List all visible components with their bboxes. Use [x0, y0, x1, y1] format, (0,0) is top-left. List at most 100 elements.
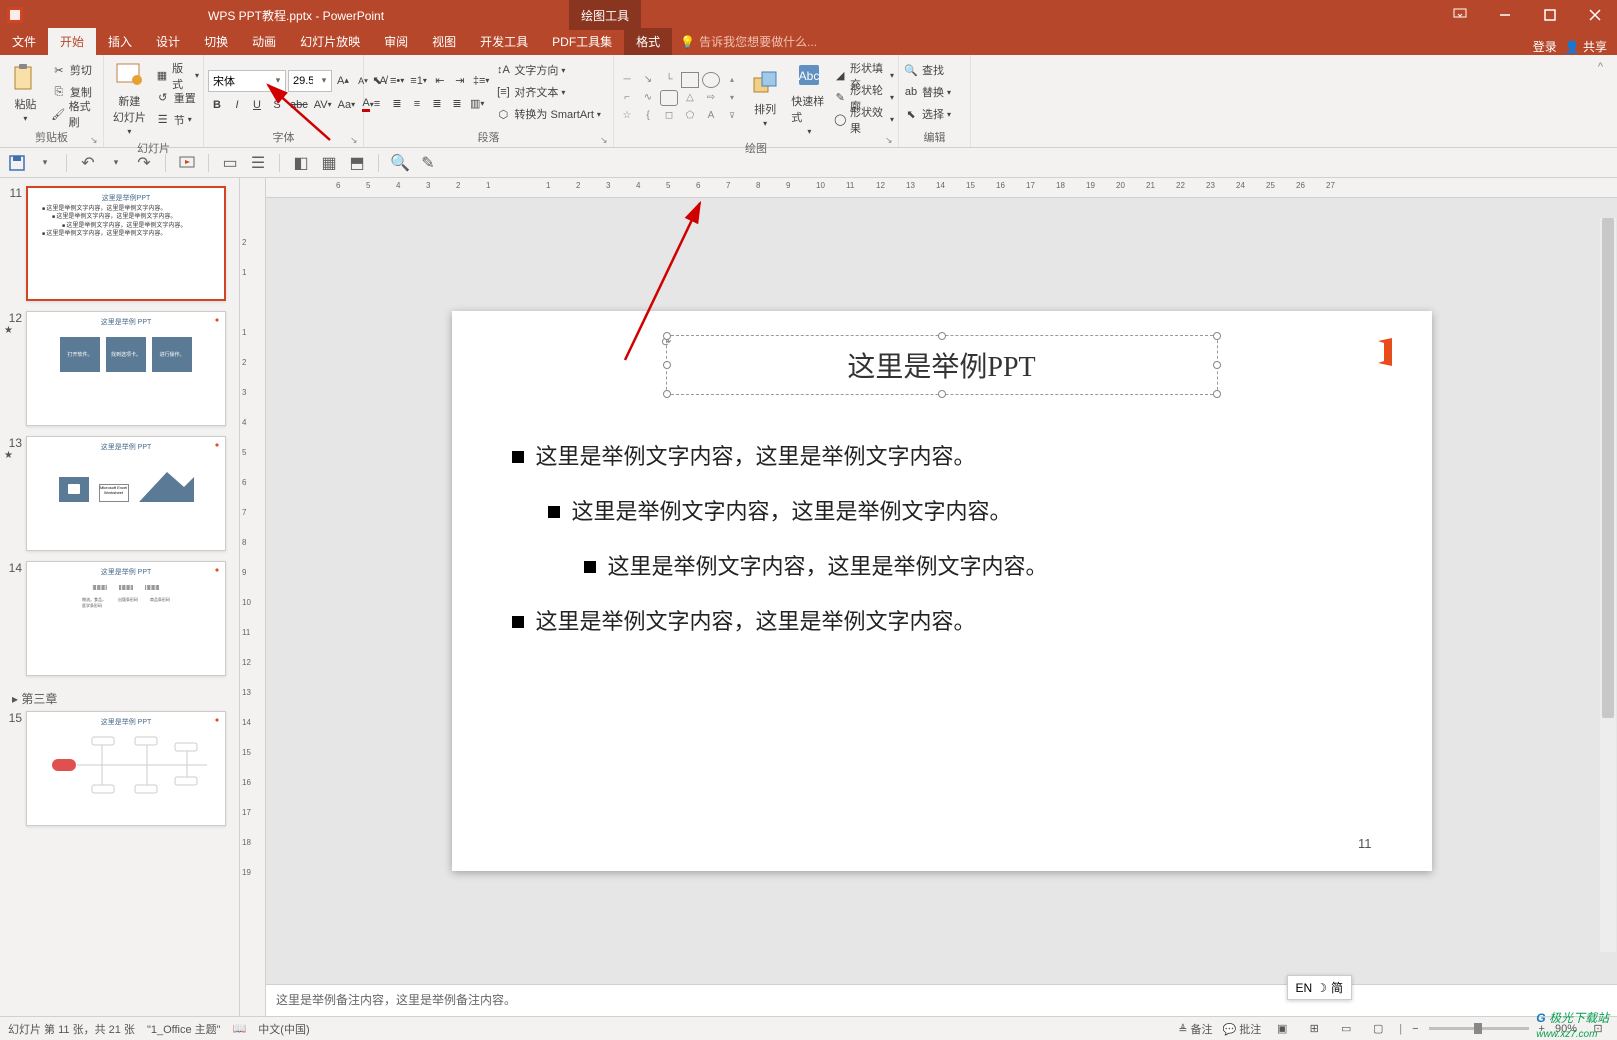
- qat-more[interactable]: ▾: [34, 152, 56, 174]
- shape-line-icon[interactable]: ─: [618, 72, 636, 88]
- distribute-button[interactable]: ≣: [448, 94, 466, 114]
- new-slide-button[interactable]: 新建 幻灯片 ▾: [108, 57, 151, 138]
- smartart-button[interactable]: ⬡转换为 SmartArt ▾: [495, 103, 600, 125]
- shape-curve-icon[interactable]: ∿: [639, 90, 657, 106]
- qat-btn2[interactable]: ☰: [247, 152, 269, 174]
- reset-button[interactable]: ↺重置: [155, 87, 199, 109]
- text-direction-button[interactable]: ↕A文字方向 ▾: [495, 59, 600, 81]
- tab-home[interactable]: 开始: [48, 28, 96, 55]
- resize-handle[interactable]: [938, 332, 946, 340]
- tab-format[interactable]: 格式: [624, 28, 672, 55]
- shape-roundrect-icon[interactable]: [660, 90, 678, 106]
- qat-btn3[interactable]: ◧: [290, 152, 312, 174]
- justify-button[interactable]: ≣: [428, 94, 446, 114]
- section-button[interactable]: ☰节 ▾: [155, 109, 199, 131]
- increase-font-button[interactable]: A▴: [334, 71, 352, 91]
- collapse-ribbon-icon[interactable]: ^: [975, 57, 1613, 77]
- slide-canvas[interactable]: ⟳ 这里是举例PPT 这里是举例文字内容，这里是举例文字内容。 这里是举例文字内…: [266, 198, 1617, 984]
- cut-button[interactable]: ✂剪切: [51, 59, 99, 81]
- tab-insert[interactable]: 插入: [96, 28, 144, 55]
- cursor-icon[interactable]: ⬉: [368, 71, 386, 91]
- resize-handle[interactable]: [938, 390, 946, 398]
- line-spacing-button[interactable]: ‡≡▾: [471, 71, 492, 91]
- font-size-input[interactable]: [289, 75, 317, 87]
- shape-triangle-icon[interactable]: △: [681, 90, 699, 106]
- undo-button[interactable]: ↶: [77, 152, 99, 174]
- bold-button[interactable]: B: [208, 95, 226, 115]
- shape-elbow-icon[interactable]: ⌐: [618, 90, 636, 106]
- close-button[interactable]: [1572, 0, 1617, 30]
- format-painter-button[interactable]: 🖌格式刷: [51, 103, 99, 125]
- spellcheck-icon[interactable]: 📖: [233, 1022, 247, 1035]
- shape-effects-button[interactable]: ◯形状效果 ▾: [834, 109, 894, 131]
- shape-rect-icon[interactable]: [681, 72, 699, 88]
- shape-oval-icon[interactable]: [702, 72, 720, 88]
- find-button[interactable]: 🔍查找: [903, 59, 951, 81]
- shape-action-icon[interactable]: ⬠: [681, 108, 699, 124]
- shapes-expand[interactable]: ⊽: [723, 108, 741, 124]
- login-link[interactable]: 登录: [1533, 38, 1557, 55]
- title-placeholder[interactable]: ⟳ 这里是举例PPT: [672, 341, 1212, 389]
- tab-developer[interactable]: 开发工具: [468, 28, 540, 55]
- shapes-gallery[interactable]: ─ ↘ └ ▴: [618, 72, 741, 88]
- qat-btn7[interactable]: ✎: [417, 152, 439, 174]
- shape-text-icon[interactable]: A: [702, 108, 720, 124]
- qat-btn5[interactable]: ⬒: [346, 152, 368, 174]
- slide-thumbnails-panel[interactable]: 11 这里是举例PPT 这里是举例文字内容，这里是举例文字内容。 这里是举例文字…: [0, 178, 240, 1016]
- thumbnail-12[interactable]: 这里是举例 PPT 打开软件。找到选项卡。进行操作。: [26, 311, 226, 426]
- tab-slideshow[interactable]: 幻灯片放映: [288, 28, 372, 55]
- columns-button[interactable]: ▥▾: [468, 94, 486, 114]
- shape-callout-icon[interactable]: ◻: [660, 108, 678, 124]
- font-launcher[interactable]: ↘: [350, 135, 360, 145]
- tab-animation[interactable]: 动画: [240, 28, 288, 55]
- slide-counter[interactable]: 幻灯片 第 11 张，共 21 张: [8, 1021, 135, 1037]
- slide[interactable]: ⟳ 这里是举例PPT 这里是举例文字内容，这里是举例文字内容。 这里是举例文字内…: [452, 311, 1432, 871]
- zoom-slider[interactable]: [1429, 1027, 1529, 1030]
- maximize-button[interactable]: [1527, 0, 1572, 30]
- align-center-button[interactable]: ≣: [388, 94, 406, 114]
- clipboard-launcher[interactable]: ↘: [90, 135, 100, 145]
- section-header[interactable]: ▸ 第三章: [4, 686, 235, 711]
- chevron-down-icon[interactable]: ▾: [271, 75, 285, 86]
- shape-arrow2-icon[interactable]: ⇨: [702, 90, 720, 106]
- resize-handle[interactable]: [663, 332, 671, 340]
- shape-star-icon[interactable]: ☆: [618, 108, 636, 124]
- chevron-down-icon[interactable]: ▾: [317, 75, 331, 86]
- tab-view[interactable]: 视图: [420, 28, 468, 55]
- resize-handle[interactable]: [1213, 361, 1221, 369]
- comments-toggle[interactable]: 💬 批注: [1222, 1021, 1261, 1037]
- qat-btn6[interactable]: 🔍: [389, 152, 411, 174]
- notes-pane[interactable]: 这里是举例备注内容，这里是举例备注内容。: [266, 984, 1617, 1016]
- resize-handle[interactable]: [1213, 390, 1221, 398]
- font-name-combo[interactable]: ▾: [208, 70, 286, 92]
- italic-button[interactable]: I: [228, 95, 246, 115]
- paste-button[interactable]: 粘贴 ▾: [4, 57, 47, 127]
- layout-button[interactable]: ▦版式 ▾: [155, 65, 199, 87]
- reading-view-button[interactable]: ▭: [1335, 1020, 1357, 1038]
- thumbnail-14[interactable]: 这里是举例 PPT ||||||||||||||||||||||||||||||…: [26, 561, 226, 676]
- ime-indicator[interactable]: EN ☽ 简: [1287, 975, 1352, 1000]
- increase-indent-button[interactable]: ⇥: [451, 71, 469, 91]
- tab-design[interactable]: 设计: [144, 28, 192, 55]
- strike-button[interactable]: abc: [288, 95, 310, 115]
- tab-transition[interactable]: 切换: [192, 28, 240, 55]
- thumbnail-13[interactable]: 这里是举例 PPT Microsoft Excel Worksheet: [26, 436, 226, 551]
- change-case-button[interactable]: Aa▾: [336, 95, 357, 115]
- qat-btn1[interactable]: ▭: [219, 152, 241, 174]
- select-button[interactable]: ⬉选择 ▾: [903, 103, 951, 125]
- shape-arrow-icon[interactable]: ↘: [639, 72, 657, 88]
- zoom-out-button[interactable]: −: [1412, 1023, 1418, 1035]
- align-left-button[interactable]: ≡: [368, 94, 386, 114]
- normal-view-button[interactable]: ▣: [1271, 1020, 1293, 1038]
- notes-toggle[interactable]: ≜ 备注: [1178, 1021, 1212, 1037]
- tab-pdf[interactable]: PDF工具集: [540, 28, 624, 55]
- body-placeholder[interactable]: 这里是举例文字内容，这里是举例文字内容。 这里是举例文字内容，这里是举例文字内容…: [512, 429, 1372, 649]
- char-spacing-button[interactable]: AV▾: [312, 95, 334, 115]
- shape-more-up[interactable]: ▴: [723, 72, 741, 88]
- ribbon-options-icon[interactable]: [1437, 0, 1482, 30]
- tab-file[interactable]: 文件: [0, 28, 48, 55]
- bullets-button[interactable]: ≡•▾: [388, 71, 406, 91]
- share-button[interactable]: 👤 共享: [1565, 38, 1607, 55]
- decrease-indent-button[interactable]: ⇤: [431, 71, 449, 91]
- resize-handle[interactable]: [1213, 332, 1221, 340]
